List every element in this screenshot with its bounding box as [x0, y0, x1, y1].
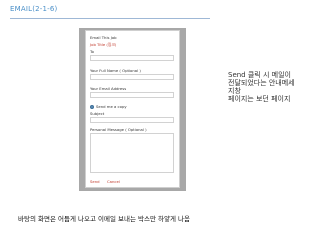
- to-label: To: [90, 49, 94, 54]
- screen-caption: 바탕의 화면은 어둡게 나오고 이메일 보내는 박스만 하얗게 나옴: [18, 215, 191, 223]
- send-button[interactable]: Send: [90, 179, 100, 184]
- job-title-link[interactable]: Job Title (링크): [90, 42, 116, 48]
- subject-label: Subject: [90, 111, 105, 116]
- full-name-field[interactable]: [90, 74, 174, 80]
- full-name-label: Your Full Name ( Optional ): [90, 68, 141, 73]
- subject-field[interactable]: [90, 117, 174, 123]
- header-divider: [10, 18, 210, 19]
- notice-line-2: 전달되었다는 안내메세: [228, 79, 295, 87]
- email-job-dialog: Email This Job Job Title (링크) To Your Fu…: [85, 30, 180, 188]
- dialog-title: Email This Job: [90, 35, 117, 40]
- email-label: Your Email Address: [90, 86, 127, 91]
- email-field[interactable]: [90, 92, 174, 98]
- cancel-button[interactable]: Cancel: [107, 179, 120, 184]
- page-header-title: EMAIL(2-1-6): [10, 5, 58, 13]
- send-copy-option[interactable]: Send me a copy: [90, 104, 127, 109]
- notice-line-4: 페이지는 보던 페이지: [228, 95, 291, 103]
- message-label: Personal Message ( Optional ): [90, 127, 147, 132]
- send-copy-label: Send me a copy: [96, 104, 127, 109]
- notice-line-3: 지창: [228, 87, 241, 95]
- send-notice-annotation: Send 클릭 시 메일이 전달되었다는 안내메세 지창 페이지는 보던 페이지: [228, 71, 308, 103]
- radio-button[interactable]: [90, 104, 94, 109]
- message-textarea[interactable]: [90, 133, 174, 173]
- notice-line-1: Send 클릭 시 메일이: [228, 71, 291, 79]
- to-field[interactable]: [90, 55, 174, 61]
